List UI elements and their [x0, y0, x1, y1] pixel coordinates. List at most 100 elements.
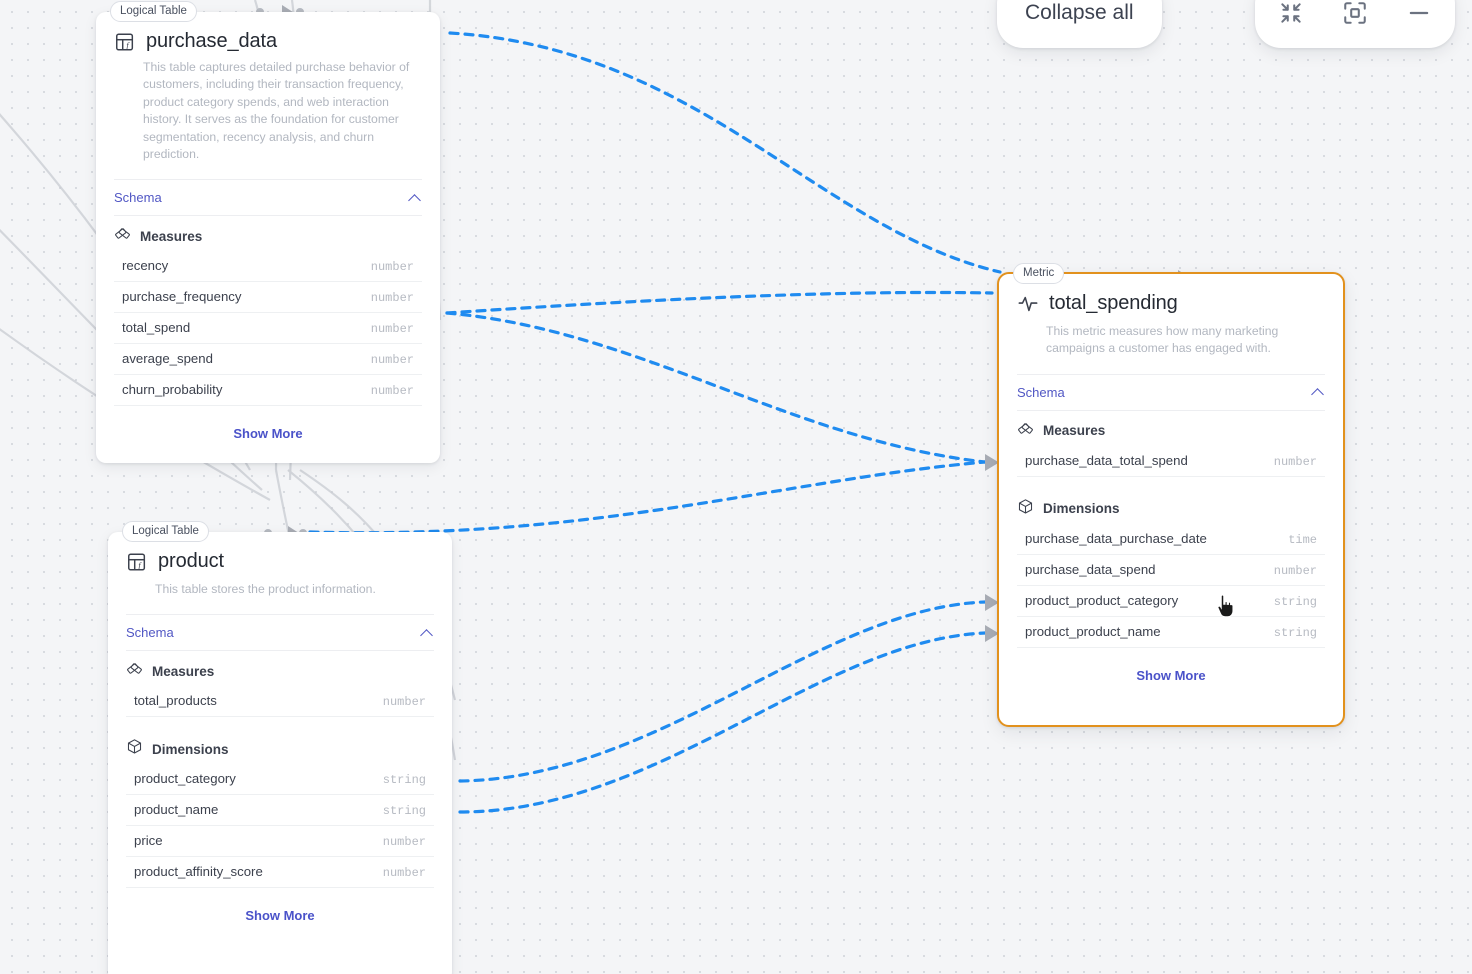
field-type: number [1273, 454, 1317, 469]
show-more-purchase-data[interactable]: Show More [96, 406, 440, 463]
node-description: This table captures detailed purchase be… [143, 60, 410, 162]
field-row[interactable]: purchase_data_purchase_date time [1017, 524, 1325, 555]
schema-label: Schema [114, 190, 162, 206]
field-row[interactable]: product_product_name string [1017, 617, 1325, 648]
field-name: total_spend [122, 320, 191, 336]
table-function-icon: f [126, 551, 148, 573]
node-card-total-spending[interactable]: Metric total_spending This metric measur… [997, 263, 1345, 727]
zoom-out-icon[interactable] [1389, 0, 1449, 40]
field-row[interactable]: product_category string [126, 764, 434, 796]
field-name: product_affinity_score [134, 864, 263, 880]
field-row[interactable]: product_product_category string [1017, 586, 1325, 617]
field-row[interactable]: total_products number [126, 686, 434, 718]
field-type: number [370, 322, 414, 337]
field-type: string [1273, 594, 1317, 609]
canvas-tools-pill [1255, 0, 1455, 48]
svg-text:f: f [126, 40, 130, 49]
field-row[interactable]: average_spend number [114, 344, 422, 376]
field-name: churn_probability [122, 382, 223, 398]
measures-group-header: Measures [96, 216, 440, 251]
measures-group-header: Measures [108, 651, 452, 686]
field-type: number [370, 260, 414, 275]
measures-list: total_products number [108, 686, 452, 718]
dimensions-label: Dimensions [1043, 501, 1120, 517]
collapse-all-button[interactable]: Collapse all [997, 0, 1162, 48]
node-title: total_spending [1049, 292, 1178, 314]
field-name: average_spend [122, 351, 213, 367]
schema-label: Schema [126, 625, 174, 641]
dimensions-group-header: Dimensions [108, 729, 452, 764]
svg-text:f: f [138, 560, 142, 569]
field-type: number [370, 291, 414, 306]
chevron-up-icon [1312, 388, 1325, 396]
field-name: total_products [134, 693, 217, 709]
field-name: product_product_category [1025, 592, 1179, 608]
field-name: purchase_data_spend [1025, 561, 1156, 577]
node-title: purchase_data [146, 30, 278, 52]
field-type: number [370, 384, 414, 399]
field-type: number [382, 695, 426, 710]
table-function-icon: f [114, 31, 136, 53]
show-more-total-spending[interactable]: Show More [999, 648, 1343, 705]
field-row[interactable]: price number [126, 826, 434, 858]
field-name: purchase_data_purchase_date [1025, 530, 1207, 546]
field-name: product_category [134, 771, 236, 787]
field-type: number [370, 353, 414, 368]
node-card-purchase-data[interactable]: Logical Table f purchase_data This table… [96, 1, 440, 464]
field-row[interactable]: recency number [114, 251, 422, 283]
measures-icon [1017, 420, 1034, 442]
field-row[interactable]: product_affinity_score number [126, 857, 434, 889]
node-badge: Logical Table [122, 521, 209, 542]
graph-canvas[interactable]: Logical Table f purchase_data This table… [0, 0, 1472, 974]
metric-pulse-icon [1017, 293, 1039, 315]
dimensions-list: product_category string product_name str… [108, 764, 452, 889]
dimensions-label: Dimensions [152, 741, 229, 757]
field-row[interactable]: purchase_data_total_spend number [1017, 446, 1325, 477]
measures-icon [114, 225, 131, 247]
node-badge: Logical Table [110, 1, 197, 22]
collapse-all-label: Collapse all [1025, 1, 1134, 24]
schema-toggle-product[interactable]: Schema [108, 615, 452, 650]
field-type: string [382, 804, 426, 819]
fit-to-screen-icon[interactable] [1325, 0, 1385, 40]
node-badge: Metric [1013, 263, 1065, 284]
node-description: This table stores the product informatio… [155, 582, 376, 596]
node-title: product [158, 550, 225, 572]
field-name: product_name [134, 802, 219, 818]
field-name: product_product_name [1025, 623, 1161, 639]
collapse-arrows-icon[interactable] [1261, 0, 1321, 40]
dimensions-list: purchase_data_purchase_date time purchas… [999, 524, 1343, 648]
chevron-up-icon [409, 194, 422, 202]
field-row[interactable]: purchase_frequency number [114, 282, 422, 314]
field-name: purchase_frequency [122, 289, 242, 305]
field-type: string [1273, 625, 1317, 640]
field-type: time [1288, 532, 1317, 547]
schema-toggle-total-spending[interactable]: Schema [999, 375, 1343, 410]
field-row[interactable]: total_spend number [114, 313, 422, 345]
field-type: string [382, 773, 426, 788]
schema-toggle-purchase-data[interactable]: Schema [96, 180, 440, 215]
dimensions-icon [126, 738, 143, 760]
measures-label: Measures [152, 663, 215, 679]
show-more-product[interactable]: Show More [108, 888, 452, 945]
field-type: number [382, 835, 426, 850]
measures-label: Measures [140, 228, 203, 244]
field-row[interactable]: purchase_data_spend number [1017, 555, 1325, 586]
field-name: recency [122, 258, 169, 274]
field-name: purchase_data_total_spend [1025, 452, 1188, 468]
dimensions-icon [1017, 498, 1034, 520]
node-description: This metric measures how many marketing … [1046, 324, 1279, 356]
measures-list: purchase_data_total_spend number [999, 446, 1343, 477]
schema-label: Schema [1017, 384, 1065, 400]
field-name: price [134, 833, 163, 849]
measures-list: recency number purchase_frequency number… [96, 251, 440, 407]
chevron-up-icon [421, 629, 434, 637]
measures-label: Measures [1043, 423, 1106, 439]
node-card-product[interactable]: Logical Table f product This table store… [108, 521, 452, 974]
measures-group-header: Measures [999, 411, 1343, 446]
field-row[interactable]: churn_probability number [114, 375, 422, 407]
field-type: number [382, 866, 426, 881]
field-row[interactable]: product_name string [126, 795, 434, 827]
